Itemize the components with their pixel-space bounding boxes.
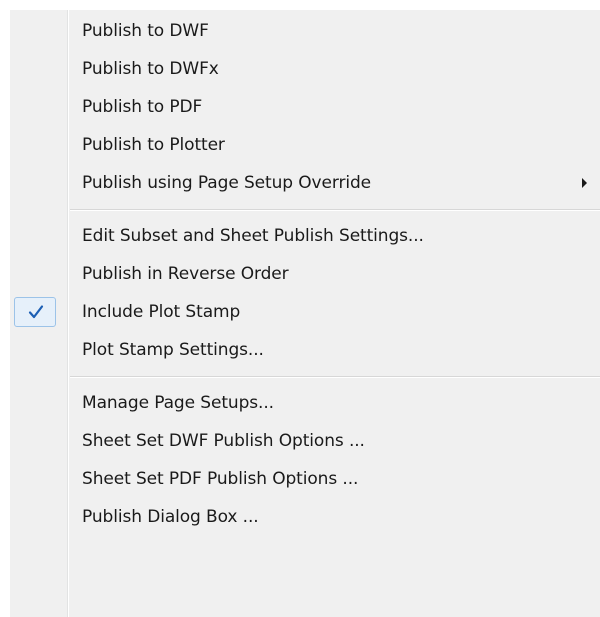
checked-indicator	[14, 297, 56, 327]
menu-item-publish-to-dwf[interactable]: Publish to DWF	[10, 12, 600, 50]
menu-item-publish-in-reverse-order[interactable]: Publish in Reverse Order	[10, 255, 600, 293]
menu-item-publish-using-page-setup-override[interactable]: Publish using Page Setup Override	[10, 164, 600, 202]
menu-item-label: Publish to PDF	[82, 97, 203, 117]
menu-item-label: Publish Dialog Box ...	[82, 507, 259, 527]
menu-separator	[70, 376, 600, 378]
menu-item-label: Include Plot Stamp	[82, 302, 241, 322]
menu-item-label: Publish using Page Setup Override	[82, 173, 372, 193]
menu-item-sheet-set-dwf-publish-options[interactable]: Sheet Set DWF Publish Options ...	[10, 422, 600, 460]
menu-item-publish-dialog-box[interactable]: Publish Dialog Box ...	[10, 498, 600, 536]
menu-item-label: Sheet Set PDF Publish Options ...	[82, 469, 359, 489]
menu-item-label: Publish to DWF	[82, 21, 209, 41]
menu-item-publish-to-dwfx[interactable]: Publish to DWFx	[10, 50, 600, 88]
menu-separator	[70, 209, 600, 211]
menu-item-manage-page-setups[interactable]: Manage Page Setups...	[10, 384, 600, 422]
menu-item-label: Edit Subset and Sheet Publish Settings..…	[82, 226, 424, 246]
menu-item-edit-subset-and-sheet-publish-settings[interactable]: Edit Subset and Sheet Publish Settings..…	[10, 217, 600, 255]
checkmark-icon	[28, 305, 44, 319]
menu-item-label: Publish to Plotter	[82, 135, 225, 155]
menu-item-label: Manage Page Setups...	[82, 393, 274, 413]
menu-item-label: Plot Stamp Settings...	[82, 340, 264, 360]
menu-item-plot-stamp-settings[interactable]: Plot Stamp Settings...	[10, 331, 600, 369]
menu-item-publish-to-pdf[interactable]: Publish to PDF	[10, 88, 600, 126]
menu-item-label: Publish to DWFx	[82, 59, 219, 79]
context-menu: Publish to DWF Publish to DWFx Publish t…	[10, 10, 600, 617]
menu-item-publish-to-plotter[interactable]: Publish to Plotter	[10, 126, 600, 164]
menu-item-label: Publish in Reverse Order	[82, 264, 289, 284]
menu-item-sheet-set-pdf-publish-options[interactable]: Sheet Set PDF Publish Options ...	[10, 460, 600, 498]
menu-item-include-plot-stamp[interactable]: Include Plot Stamp	[10, 293, 600, 331]
submenu-arrow-icon	[582, 178, 587, 188]
menu-item-label: Sheet Set DWF Publish Options ...	[82, 431, 365, 451]
